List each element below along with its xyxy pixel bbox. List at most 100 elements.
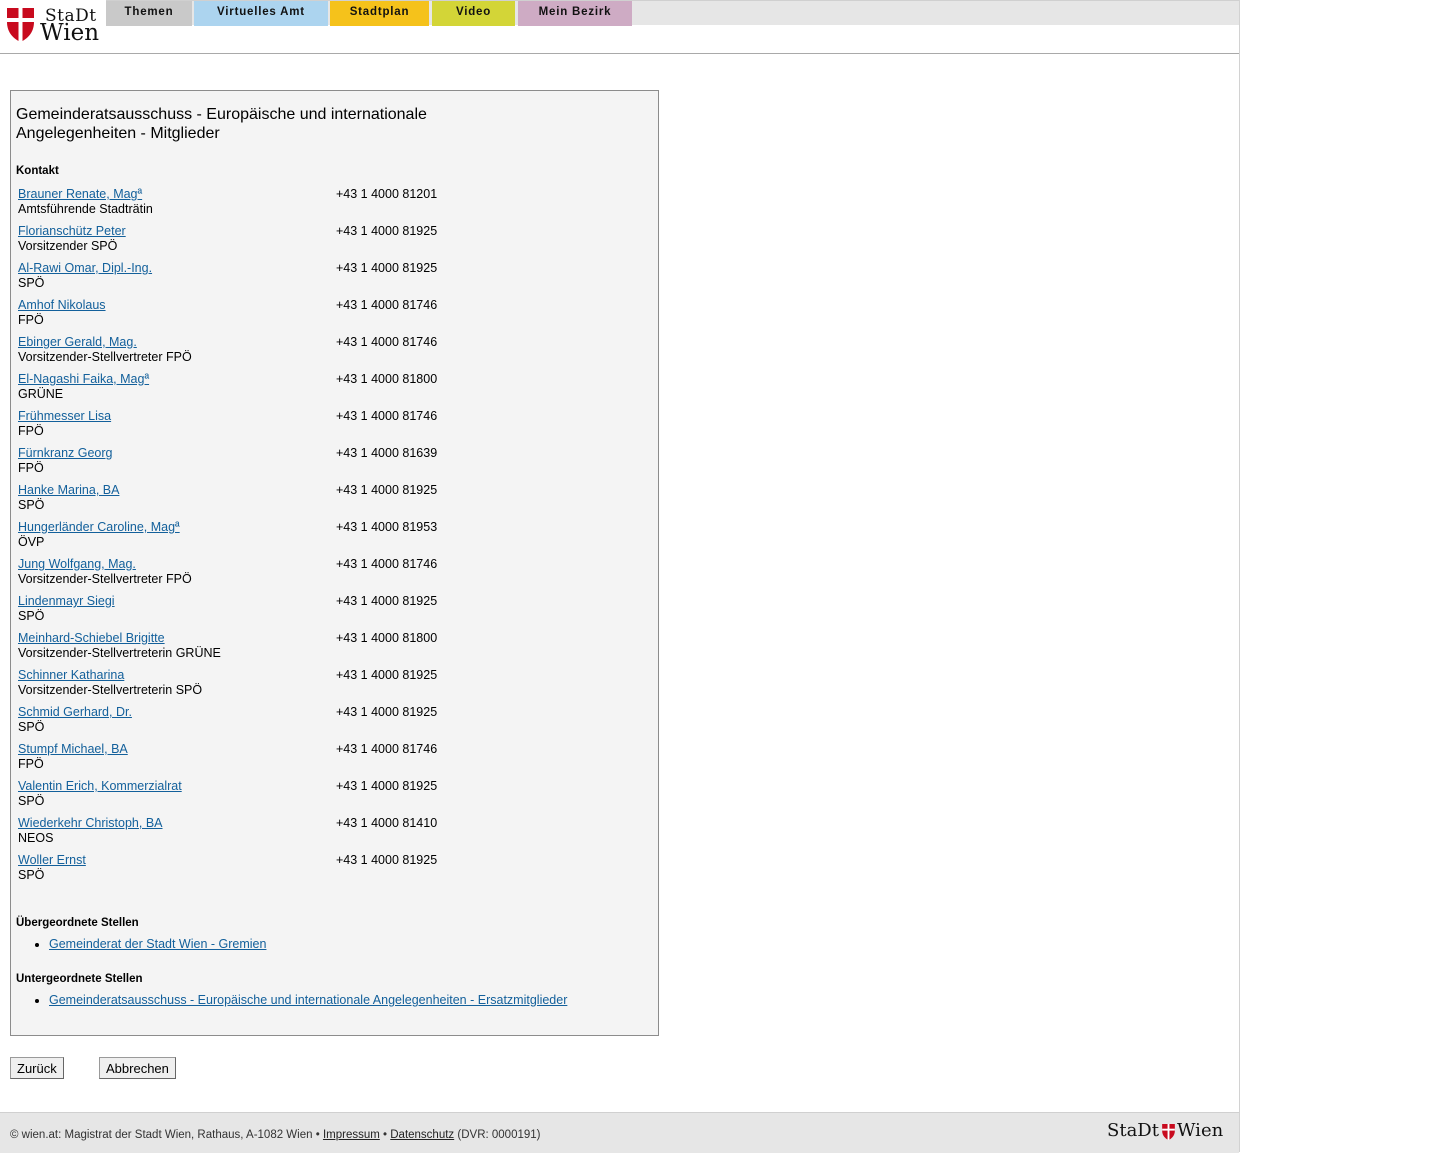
contact-row: Al-Rawi Omar, Dipl.-Ing. SPÖ +43 1 4000 81… (18, 260, 638, 297)
contact-row: Ebinger Gerald, Mag. Vorsitzender-Stellve… (18, 334, 638, 371)
contact-row: Hanke Marina, BA SPÖ +43 1 4000 81925 (18, 482, 638, 519)
contact-role: SPÖ (18, 794, 45, 808)
contact-phone: +43 1 4000 81925 (336, 224, 438, 238)
contact-name-link[interactable]: Schinner Katharina (18, 668, 124, 682)
contact-phone: +43 1 4000 81925 (336, 594, 438, 608)
contact-row: Lindenmayr Siegi SPÖ +43 1 4000 81925 (18, 593, 638, 630)
tab-video[interactable]: Video (432, 1, 515, 26)
contact-role: Vorsitzender-Stellvertreter FPÖ (18, 572, 192, 586)
parent-units-list: Gemeinderat der Stadt Wien - Gremien (11, 937, 266, 951)
contact-name-link[interactable]: Al-Rawi Omar, Dipl.-Ing. (18, 261, 152, 275)
contact-role: FPÖ (18, 757, 44, 771)
contact-name-link[interactable]: Schmid Gerhard, Dr. (18, 705, 132, 719)
contact-row: Valentin Erich, Kommerzialrat SPÖ +43 1 40… (18, 778, 638, 815)
contact-role: FPÖ (18, 313, 44, 327)
cancel-button[interactable]: Abbrechen (99, 1057, 176, 1079)
contact-phone: +43 1 4000 81410 (336, 816, 438, 830)
impressum-link[interactable]: Impressum (323, 1129, 380, 1141)
contact-name-link[interactable]: Ebinger Gerald, Mag. (18, 335, 137, 349)
wien-shield-icon (1162, 1124, 1175, 1140)
contact-phone: +43 1 4000 81925 (336, 668, 438, 682)
contact-name-link[interactable]: Woller Ernst (18, 853, 86, 867)
contact-row: Meinhard-Schiebel Brigitte Vorsitzender-S… (18, 630, 638, 667)
stadt-wien-logo[interactable]: StaDt Wien (7, 6, 99, 46)
contact-role: GRÜNE (18, 387, 64, 401)
contact-phone: +43 1 4000 81746 (336, 335, 438, 349)
contact-name-link[interactable]: Florianschütz Peter (18, 224, 126, 238)
contact-name-link[interactable]: Wiederkehr Christoph, BA (18, 816, 163, 830)
footer-logo-text-stadt: StaDt (1107, 1120, 1159, 1141)
contact-role: FPÖ (18, 461, 44, 475)
contact-role: ÖVP (18, 535, 45, 549)
contact-name-link[interactable]: Fürnkranz Georg (18, 446, 112, 460)
wien-shield-icon (7, 8, 34, 42)
footer-copyright: © wien.at: Magistrat der Stadt Wien, Rat… (10, 1129, 320, 1141)
contact-role: SPÖ (18, 868, 45, 882)
page-title: Gemeinderatsausschuss - Europäische und … (16, 106, 427, 142)
contact-row: Florianschütz Peter Vorsitzender SPÖ +43 1… (18, 223, 638, 260)
contact-row: Amhof Nikolaus FPÖ +43 1 4000 81746 (18, 297, 638, 334)
contact-row: Schmid Gerhard, Dr. SPÖ +43 1 4000 81925 (18, 704, 638, 741)
contact-role: SPÖ (18, 498, 45, 512)
datenschutz-link[interactable]: Datenschutz (390, 1129, 454, 1141)
contact-name-link[interactable]: Stumpf Michael, BA (18, 742, 128, 756)
contact-name-link[interactable]: Jung Wolfgang, Mag. (18, 557, 136, 571)
contact-phone: +43 1 4000 81925 (336, 779, 438, 793)
contact-phone: +43 1 4000 81746 (336, 742, 438, 756)
child-units-list: Gemeinderatsausschuss - Europäische und … (11, 993, 567, 1007)
contact-phone: +43 1 4000 81201 (336, 187, 438, 201)
page: StaDt Wien Themen Virtuelles Amt Stadtpl… (0, 0, 1240, 1153)
contact-name-link[interactable]: El-Nagashi Faika, Magª (18, 372, 149, 386)
contact-row: Jung Wolfgang, Mag. Vorsitzender-Stellver… (18, 556, 638, 593)
committee-panel: Gemeinderatsausschuss - Europäische und … (10, 90, 659, 1036)
tab-themen[interactable]: Themen (106, 1, 192, 26)
contact-heading: Kontakt (16, 165, 59, 177)
contact-row: Brauner Renate, Magª Amtsführende Stadträ… (18, 186, 638, 223)
tab-mein-bezirk[interactable]: Mein Bezirk (518, 1, 632, 26)
child-units-heading: Untergeordnete Stellen (16, 973, 143, 985)
contact-phone: +43 1 4000 81746 (336, 409, 438, 423)
contact-phone: +43 1 4000 81925 (336, 261, 438, 275)
top-navigation: Themen Virtuelles Amt Stadtplan Video Me… (106, 0, 1239, 26)
header: StaDt Wien Themen Virtuelles Amt Stadtpl… (0, 0, 1239, 54)
contact-row: Frühmesser Lisa FPÖ +43 1 4000 81746 (18, 408, 638, 445)
tab-virtuelles-amt[interactable]: Virtuelles Amt (194, 1, 328, 26)
contact-row: Stumpf Michael, BA FPÖ +43 1 4000 81746 (18, 741, 638, 778)
contact-name-link[interactable]: Lindenmayr Siegi (18, 594, 115, 608)
contact-name-link[interactable]: Meinhard-Schiebel Brigitte (18, 631, 165, 645)
contact-phone: +43 1 4000 81746 (336, 557, 438, 571)
contact-row: Wiederkehr Christoph, BA NEOS +43 1 4000 8… (18, 815, 638, 852)
contact-name-link[interactable]: Amhof Nikolaus (18, 298, 106, 312)
back-button[interactable]: Zurück (10, 1057, 64, 1079)
footer-text: © wien.at: Magistrat der Stadt Wien, Rat… (10, 1129, 541, 1141)
contact-role: FPÖ (18, 424, 44, 438)
parent-units-heading: Übergeordnete Stellen (16, 917, 139, 929)
contact-name-link[interactable]: Hungerländer Caroline, Magª (18, 520, 180, 534)
footer-stadt-wien-logo[interactable]: StaDt Wien (1107, 1120, 1229, 1144)
contact-phone: +43 1 4000 81953 (336, 520, 438, 534)
contact-phone: +43 1 4000 81925 (336, 853, 438, 867)
contact-row: El-Nagashi Faika, Magª GRÜNE +43 1 4000 81… (18, 371, 638, 408)
contact-phone: +43 1 4000 81800 (336, 372, 438, 386)
contact-row: Fürnkranz Georg FPÖ +43 1 4000 81639 (18, 445, 638, 482)
contact-phone: +43 1 4000 81639 (336, 446, 438, 460)
contact-name-link[interactable]: Brauner Renate, Magª (18, 187, 142, 201)
contact-role: NEOS (18, 831, 54, 845)
contact-role: Vorsitzender-Stellvertreterin SPÖ (18, 683, 203, 697)
contact-role: SPÖ (18, 609, 45, 623)
parent-unit-link[interactable]: Gemeinderat der Stadt Wien - Gremien (49, 937, 266, 951)
contact-phone: +43 1 4000 81800 (336, 631, 438, 645)
footer-dvr: (DVR: 0000191) (457, 1129, 541, 1141)
contact-name-link[interactable]: Valentin Erich, Kommerzialrat (18, 779, 182, 793)
contact-list: Brauner Renate, Magª Amtsführende Stadträ… (18, 186, 638, 889)
logo-text-wien: Wien (40, 20, 100, 46)
contact-phone: +43 1 4000 81925 (336, 705, 438, 719)
contact-phone: +43 1 4000 81925 (336, 483, 438, 497)
tab-stadtplan[interactable]: Stadtplan (330, 1, 429, 26)
child-unit-link[interactable]: Gemeinderatsausschuss - Europäische und … (49, 993, 567, 1007)
footer-logo-text-wien: Wien (1177, 1120, 1224, 1141)
contact-role: SPÖ (18, 720, 45, 734)
list-item: Gemeinderat der Stadt Wien - Gremien (49, 937, 266, 951)
contact-name-link[interactable]: Hanke Marina, BA (18, 483, 119, 497)
contact-name-link[interactable]: Frühmesser Lisa (18, 409, 111, 423)
